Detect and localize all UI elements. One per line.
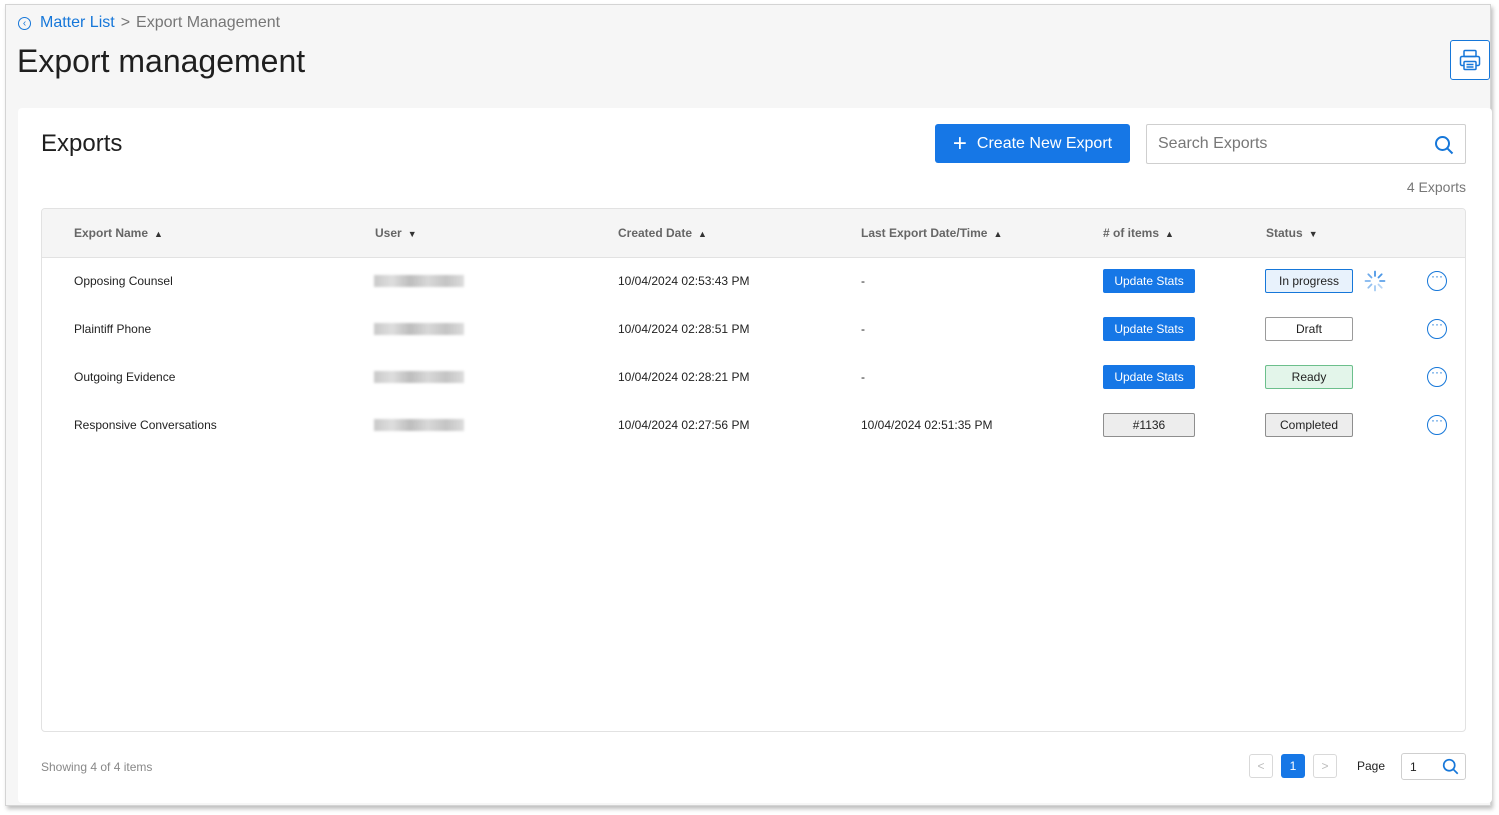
card-title: Exports — [41, 130, 123, 157]
column-header-items[interactable]: # of items ▲ — [1103, 226, 1174, 240]
items-count-badge[interactable]: #1136 — [1103, 413, 1195, 437]
showing-items-text: Showing 4 of 4 items — [41, 760, 153, 774]
column-header-status[interactable]: Status ▼ — [1266, 226, 1318, 240]
table-row[interactable]: Opposing Counsel 10/04/2024 02:53:43 PM … — [42, 258, 1465, 306]
user-redacted — [374, 419, 464, 431]
created-date: 10/04/2024 02:27:56 PM — [618, 418, 750, 432]
column-header-created-date[interactable]: Created Date ▲ — [618, 226, 707, 240]
table-row[interactable]: Outgoing Evidence 10/04/2024 02:28:21 PM… — [42, 354, 1465, 402]
table-row[interactable]: Responsive Conversations 10/04/2024 02:2… — [42, 402, 1465, 450]
status-badge: Completed — [1265, 413, 1353, 437]
column-header-user[interactable]: User ▼ — [375, 226, 417, 240]
sort-arrow-icon: ▼ — [407, 229, 417, 239]
create-new-export-button[interactable]: + Create New Export — [935, 124, 1130, 163]
more-options-icon[interactable]: ··· — [1427, 414, 1447, 435]
sort-arrow-icon: ▲ — [698, 229, 707, 239]
page-input-value[interactable]: 1 — [1410, 760, 1417, 774]
app-window: ‹ Matter List > Export Management Export… — [5, 4, 1492, 806]
last-export-date: - — [861, 322, 865, 336]
last-export-date: 10/04/2024 02:51:35 PM — [861, 418, 993, 432]
update-stats-button[interactable]: Update Stats — [1103, 269, 1195, 293]
search-icon[interactable] — [1442, 758, 1459, 775]
export-name[interactable]: Outgoing Evidence — [74, 370, 175, 384]
page-label: Page — [1357, 759, 1386, 773]
more-options-icon[interactable]: ··· — [1427, 318, 1447, 339]
sort-arrow-icon: ▲ — [154, 229, 163, 239]
sort-arrow-icon: ▲ — [993, 229, 1003, 239]
breadcrumb-separator: > — [120, 14, 131, 31]
status-badge: Ready — [1265, 365, 1353, 389]
next-page-button[interactable]: > — [1313, 754, 1337, 778]
user-redacted — [374, 323, 464, 335]
prev-page-button[interactable]: < — [1249, 754, 1273, 778]
column-header-last-export[interactable]: Last Export Date/Time ▲ — [861, 226, 1002, 240]
print-button[interactable] — [1450, 40, 1490, 80]
breadcrumb: ‹ Matter List > Export Management — [18, 14, 280, 32]
breadcrumb-current: Export Management — [136, 14, 281, 31]
user-redacted — [374, 371, 464, 383]
search-icon[interactable] — [1434, 135, 1454, 155]
more-options-icon[interactable]: ··· — [1427, 270, 1447, 291]
user-redacted — [374, 275, 464, 287]
sort-arrow-icon: ▲ — [1165, 229, 1174, 239]
page-title: Export management — [17, 43, 306, 79]
current-page-button[interactable]: 1 — [1281, 754, 1305, 778]
sort-arrow-icon: ▼ — [1308, 229, 1318, 239]
column-header-export-name[interactable]: Export Name ▲ — [74, 226, 163, 240]
created-date: 10/04/2024 02:28:51 PM — [618, 322, 750, 336]
create-button-label: Create New Export — [976, 134, 1113, 152]
export-name[interactable]: Plaintiff Phone — [74, 322, 151, 336]
search-input[interactable] — [1158, 135, 1418, 153]
table-row[interactable]: Plaintiff Phone 10/04/2024 02:28:51 PM -… — [42, 306, 1465, 354]
search-exports — [1146, 124, 1466, 164]
last-export-date: - — [861, 274, 865, 288]
page-number-input[interactable]: 1 — [1401, 753, 1466, 780]
update-stats-button[interactable]: Update Stats — [1103, 317, 1195, 341]
back-chevron-icon[interactable]: ‹ — [18, 16, 31, 30]
loading-spinner-icon — [1364, 270, 1386, 292]
breadcrumb-matter-list-link[interactable]: Matter List — [40, 14, 115, 32]
exports-table: Export Name ▲ User ▼ Created Date ▲ Last Ex… — [41, 208, 1466, 732]
exports-count: 4 Exports — [1406, 179, 1466, 195]
exports-card: Exports + Create New Export 4 Exports Ex… — [18, 108, 1492, 803]
created-date: 10/04/2024 02:53:43 PM — [618, 274, 750, 288]
printer-icon — [1459, 49, 1481, 71]
created-date: 10/04/2024 02:28:21 PM — [618, 370, 750, 384]
last-export-date: - — [861, 370, 865, 384]
more-options-icon[interactable]: ··· — [1427, 366, 1447, 387]
export-name[interactable]: Responsive Conversations — [74, 418, 217, 432]
table-header: Export Name ▲ User ▼ Created Date ▲ Last Ex… — [42, 209, 1465, 258]
status-badge: Draft — [1265, 317, 1353, 341]
update-stats-button[interactable]: Update Stats — [1103, 365, 1195, 389]
plus-icon: + — [952, 129, 967, 157]
export-name[interactable]: Opposing Counsel — [74, 274, 173, 288]
status-badge: In progress — [1265, 269, 1353, 293]
